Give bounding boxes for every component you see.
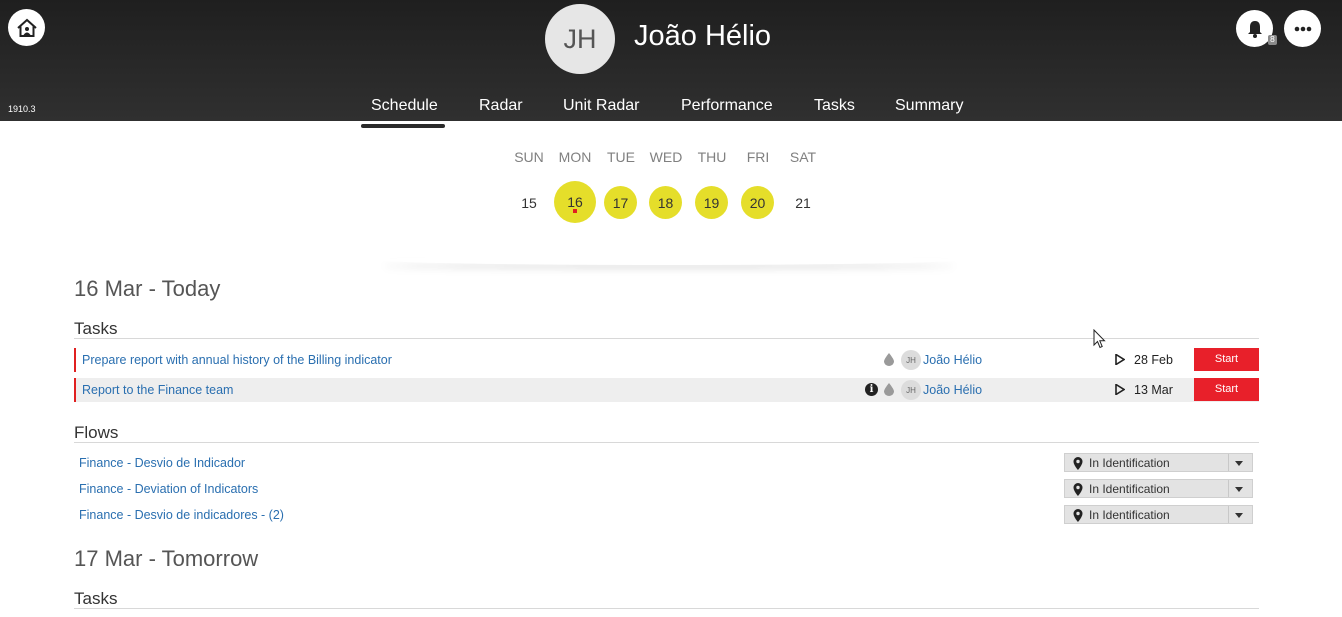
day-number: 18 (657, 194, 674, 211)
tab-radar[interactable]: Radar (479, 97, 523, 115)
section-divider (74, 338, 1259, 339)
day-number: 20 (749, 194, 766, 211)
info-icon[interactable]: i (865, 383, 878, 396)
assignee-avatar: JH (901, 350, 921, 370)
task-title-link[interactable]: Report to the Finance team (82, 383, 233, 397)
dropdown-divider (1228, 480, 1229, 497)
flow-row: Finance - Deviation of Indicators In Ide… (74, 479, 1259, 499)
weekday-label: MON (558, 149, 592, 165)
priority-drop-icon (884, 353, 894, 366)
weekday-label: SAT (789, 149, 817, 165)
assignee-link[interactable]: João Hélio (923, 383, 982, 397)
calendar-day[interactable]: 17 (604, 186, 637, 219)
location-pin-icon (1073, 457, 1083, 470)
due-date: 13 Mar (1134, 383, 1173, 397)
flow-state-dropdown[interactable]: In Identification (1064, 453, 1253, 472)
chevron-down-icon[interactable] (1235, 461, 1243, 466)
more-options-button[interactable] (1284, 10, 1321, 47)
assignee-link[interactable]: João Hélio (923, 353, 982, 367)
section-divider (74, 442, 1259, 443)
today-heading: 16 Mar - Today (74, 276, 221, 301)
start-task-button[interactable]: Start (1194, 378, 1259, 401)
tomorrow-heading: 17 Mar - Tomorrow (74, 546, 259, 571)
priority-drop-icon (884, 383, 894, 396)
due-date: 28 Feb (1134, 353, 1173, 367)
home-icon (16, 18, 37, 37)
dropdown-divider (1228, 454, 1229, 471)
flows-section-title: Flows (74, 423, 119, 442)
assignee-avatar: JH (901, 380, 921, 400)
more-icon (1294, 26, 1311, 31)
flow-state-label: In Identification (1089, 508, 1170, 522)
calendar-day-today[interactable]: 16 (554, 181, 596, 223)
notifications-button[interactable]: 8 (1236, 10, 1277, 47)
deadline-flag-icon (1115, 384, 1125, 395)
flow-title-link[interactable]: Finance - Desvio de Indicador (79, 456, 245, 470)
mouse-cursor-icon (1093, 329, 1106, 349)
tasks-section-title: Tasks (74, 319, 118, 338)
calendar-day[interactable]: 21 (783, 183, 823, 223)
chevron-down-icon[interactable] (1235, 513, 1243, 518)
chevron-down-icon[interactable] (1235, 487, 1243, 492)
active-tab-indicator (361, 124, 445, 128)
tab-unit-radar[interactable]: Unit Radar (563, 97, 639, 115)
tab-performance[interactable]: Performance (681, 97, 773, 115)
bell-icon (1247, 20, 1262, 38)
task-title-link[interactable]: Prepare report with annual history of th… (82, 353, 392, 367)
dropdown-divider (1228, 506, 1229, 523)
profile-header: 1910.3 JH João Hélio 8 Schedule Radar Un… (0, 0, 1342, 121)
section-divider (74, 608, 1259, 609)
location-pin-icon (1073, 483, 1083, 496)
flow-row: Finance - Desvio de Indicador In Identif… (74, 453, 1259, 473)
weekday-label: FRI (746, 149, 770, 165)
flow-state-label: In Identification (1089, 482, 1170, 496)
task-row[interactable]: Report to the Finance team i JH João Hél… (74, 378, 1259, 402)
calendar-divider (380, 255, 958, 265)
user-name: João Hélio (634, 20, 772, 52)
tab-summary[interactable]: Summary (895, 97, 963, 115)
day-number: 21 (795, 195, 811, 211)
calendar-day[interactable]: 20 (741, 186, 774, 219)
location-pin-icon (1073, 509, 1083, 522)
home-button[interactable] (8, 9, 45, 46)
tab-tasks[interactable]: Tasks (814, 97, 855, 115)
day-number: 16 (567, 194, 583, 210)
flow-state-dropdown[interactable]: In Identification (1064, 479, 1253, 498)
task-row[interactable]: Prepare report with annual history of th… (74, 348, 1259, 372)
tab-schedule[interactable]: Schedule (371, 97, 438, 115)
weekday-label: WED (649, 149, 683, 165)
notification-badge: 8 (1267, 35, 1277, 45)
calendar-day[interactable]: 18 (649, 186, 682, 219)
flow-title-link[interactable]: Finance - Deviation of Indicators (79, 482, 258, 496)
flow-state-dropdown[interactable]: In Identification (1064, 505, 1253, 524)
calendar-day[interactable]: 15 (509, 183, 549, 223)
flow-row: Finance - Desvio de indicadores - (2) In… (74, 505, 1259, 525)
weekday-label: TUE (607, 149, 635, 165)
weekday-label: THU (697, 149, 727, 165)
weekday-label: SUN (514, 149, 544, 165)
schedule-page: 1910.3 JH João Hélio 8 Schedule Radar Un… (0, 0, 1342, 617)
start-task-button[interactable]: Start (1194, 348, 1259, 371)
deadline-flag-icon (1115, 354, 1125, 365)
day-number: 17 (612, 194, 629, 211)
flow-state-label: In Identification (1089, 456, 1170, 470)
day-number: 15 (521, 195, 537, 211)
calendar-day[interactable]: 19 (695, 186, 728, 219)
day-number: 19 (703, 194, 720, 211)
user-avatar[interactable]: JH (545, 4, 615, 74)
today-marker (573, 209, 577, 213)
flow-title-link[interactable]: Finance - Desvio de indicadores - (2) (79, 508, 284, 522)
tasks-section-title: Tasks (74, 589, 118, 608)
main-tabs: Schedule Radar Unit Radar Performance Ta… (0, 97, 1342, 121)
